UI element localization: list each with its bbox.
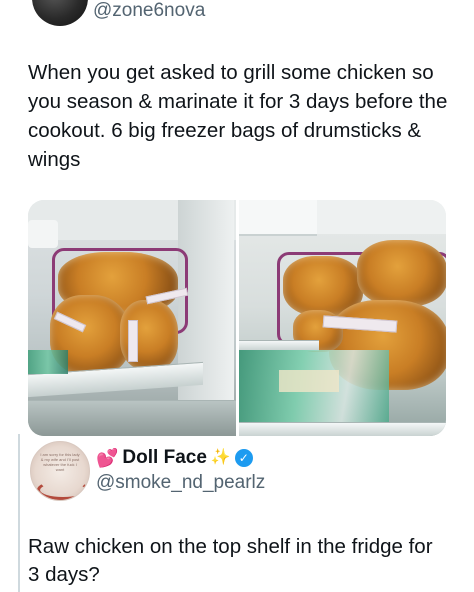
reply-text: Raw chicken on the top shelf in the frid… <box>28 535 433 586</box>
tweet-text: When you get asked to grill some chicken… <box>28 61 448 171</box>
sparkling-heart-icon: 💕 <box>96 448 119 468</box>
thread-connector-line <box>18 434 20 592</box>
reply-handle[interactable]: @smoke_nd_pearlz <box>96 472 265 494</box>
reply-avatar-text: I am sorry for this lady & my wife and I… <box>40 452 80 472</box>
tweet-media[interactable] <box>28 200 446 436</box>
sparkles-icon: ✨ <box>210 449 231 466</box>
reply-display-name[interactable]: Doll Face <box>122 447 206 469</box>
media-photo-left[interactable] <box>28 200 236 436</box>
author-handle[interactable]: @zone6nova <box>93 0 205 22</box>
media-photo-right[interactable] <box>238 200 446 436</box>
avatar-decoration <box>37 480 89 500</box>
reply-name-row[interactable]: 💕 Doll Face ✨ ✓ <box>96 447 253 469</box>
verified-badge-icon[interactable]: ✓ <box>234 449 253 467</box>
reply-avatar[interactable]: I am sorry for this lady & my wife and I… <box>30 441 90 501</box>
author-avatar[interactable] <box>32 0 88 26</box>
